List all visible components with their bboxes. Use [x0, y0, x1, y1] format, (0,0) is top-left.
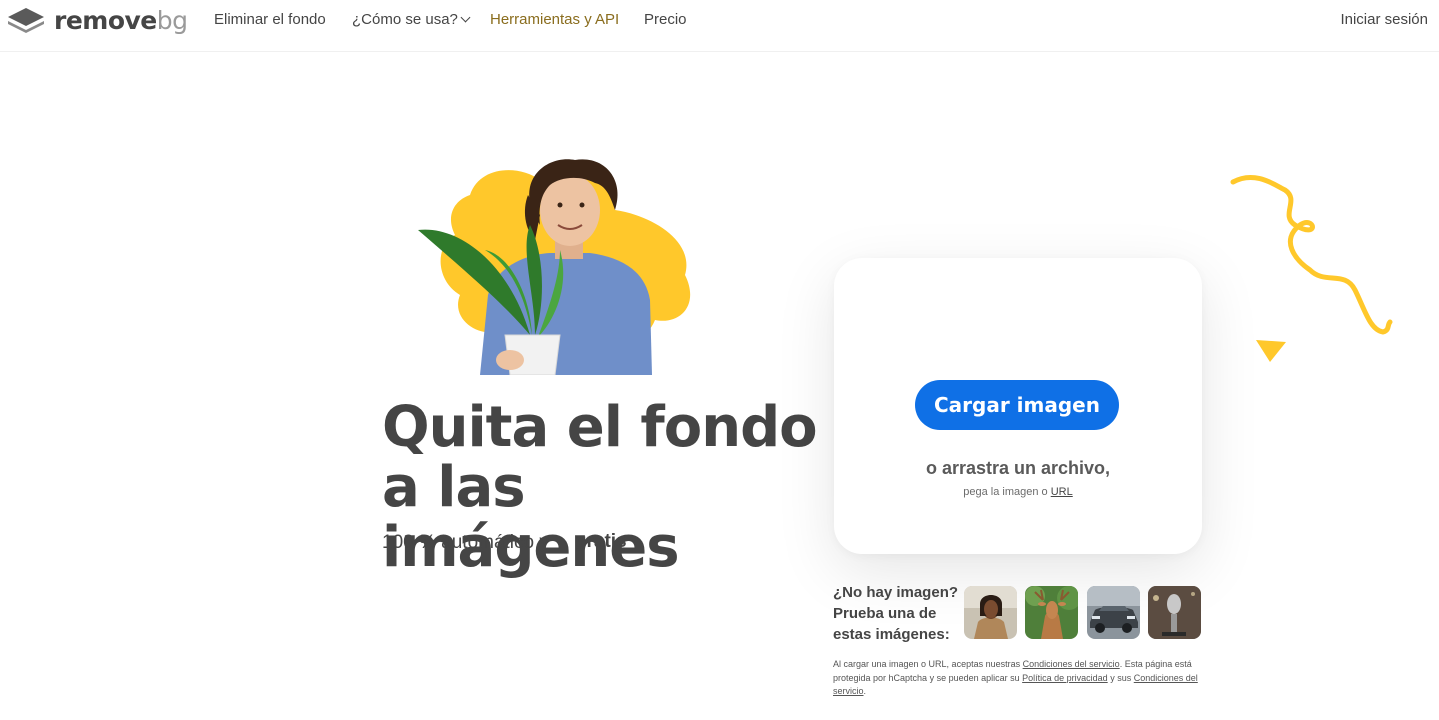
logo-icon: [8, 8, 44, 33]
terms-link[interactable]: Condiciones del servicio: [1023, 659, 1120, 669]
logo-text: removebg: [54, 5, 188, 35]
nav-how-to-use[interactable]: ¿Cómo se usa?: [352, 11, 471, 29]
sample-thumb-woman[interactable]: [964, 586, 1017, 639]
upload-image-button[interactable]: Cargar imagen: [915, 380, 1119, 430]
nav-pricing[interactable]: Precio: [644, 11, 687, 29]
nav-remove-background[interactable]: Eliminar el fondo: [214, 11, 326, 29]
free-highlight: gratis: [562, 528, 639, 558]
subtitle-text: 100 % automático y: [382, 531, 549, 553]
legal-notice: Al cargar una imagen o URL, aceptas nues…: [833, 658, 1201, 699]
sample-thumb-microphone[interactable]: [1148, 586, 1201, 639]
top-navbar: removebg Eliminar el fondo ¿Cómo se usa?…: [0, 0, 1439, 52]
logo[interactable]: removebg: [6, 4, 188, 36]
woman-photo-icon: [964, 586, 1017, 639]
deer-photo-icon: [1025, 586, 1078, 639]
hero-illustration: [418, 159, 691, 375]
microphone-photo-icon: [1148, 586, 1201, 639]
hero-subtitle: 100 % automático y gratis: [382, 528, 639, 558]
drag-file-text: o arrastra un archivo,: [925, 458, 1111, 478]
sample-thumb-deer[interactable]: [1025, 586, 1078, 639]
sample-prompt: ¿No hay imagen? Prueba una de estas imág…: [833, 584, 959, 643]
login-link[interactable]: Iniciar sesión: [1340, 11, 1428, 28]
squiggle-decoration: [1230, 174, 1393, 335]
triangle-decoration: [1256, 340, 1286, 362]
nav-how-to-use-label: ¿Cómo se usa?: [352, 11, 458, 28]
url-link[interactable]: URL: [1051, 486, 1073, 498]
nav-tools-api[interactable]: Herramientas y API: [490, 11, 619, 29]
chevron-down-icon: [460, 12, 471, 23]
legal-text-4: .: [863, 686, 867, 696]
paste-hint: pega la imagen o URL: [834, 486, 1202, 498]
legal-text-1: Al cargar una imagen o URL, aceptas nues…: [833, 659, 1021, 669]
privacy-link[interactable]: Política de privacidad: [1022, 673, 1108, 683]
sample-thumb-car[interactable]: [1087, 586, 1140, 639]
upload-card[interactable]: Cargar imagen o arrastra un archivo, peg…: [834, 258, 1202, 554]
car-photo-icon: [1087, 586, 1140, 639]
paste-hint-text: pega la imagen o: [963, 486, 1048, 498]
legal-text-3: y sus: [1110, 672, 1132, 683]
